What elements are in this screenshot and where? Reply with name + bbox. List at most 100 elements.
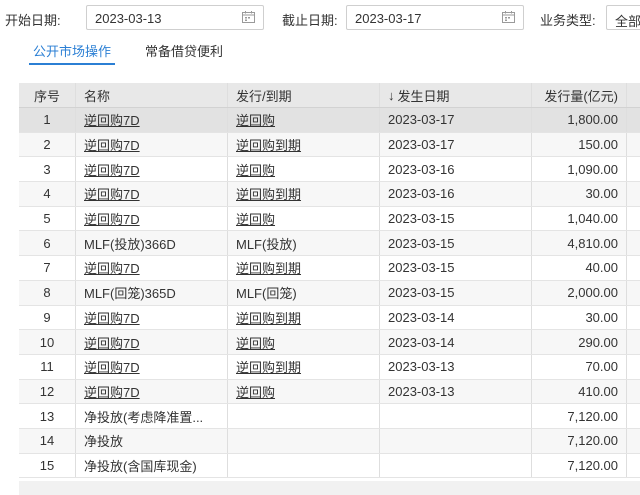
cell-index-text: 2 [43,137,51,153]
name-link[interactable]: 逆回购7D [84,184,140,203]
type-link[interactable]: 逆回购到期 [236,357,301,376]
table-row[interactable]: 9 逆回购7D 逆回购到期 2023-03-14 30.00 [19,305,640,331]
cell-amount: 7,120.00 [532,428,627,453]
table-row[interactable]: 5 逆回购7D 逆回购 2023-03-15 1,040.00 [19,206,640,232]
table-row[interactable]: 8 MLF(回笼)365D MLF(回笼) 2023-03-15 2,000.00 [19,280,640,306]
cell-type[interactable]: 逆回购 [228,108,380,132]
type-link[interactable]: 逆回购到期 [236,135,301,154]
table-row[interactable]: 7 逆回购7D 逆回购到期 2023-03-15 40.00 [19,256,640,281]
end-date-input[interactable] [355,9,475,27]
name-text: 净投放(含国库现金) [84,458,197,474]
name-link[interactable]: 逆回购7D [84,135,140,154]
table-row[interactable]: 15 净投放(含国库现金) 7,120.00 [19,453,640,479]
table-row[interactable]: 10 逆回购7D 逆回购 2023-03-14 290.00 [19,330,640,355]
cell-name[interactable]: 逆回购7D [76,330,228,354]
start-date-picker[interactable] [86,5,264,30]
name-link[interactable]: 逆回购7D [84,258,140,277]
cell-index: 10 [19,330,76,354]
end-date-picker[interactable] [346,5,524,30]
type-link[interactable]: 逆回购 [236,382,275,401]
column-header-index-label: 序号 [33,88,60,104]
cell-name[interactable]: 逆回购7D [76,132,228,157]
filter-bar: 开始日期: 截止日期: 业务类型: 全部 [0,0,640,36]
table-row[interactable]: 12 逆回购7D 逆回购 2023-03-13 410.00 [19,379,640,405]
column-header-name[interactable]: 名称 [76,83,228,107]
cell-name[interactable]: 逆回购7D [76,157,228,182]
type-link[interactable]: 逆回购到期 [236,258,301,277]
cell-spacer [627,355,640,379]
name-link[interactable]: 逆回购7D [84,333,140,352]
cell-index-text: 6 [43,235,51,251]
cell-name[interactable]: 逆回购7D [76,354,228,379]
table-row[interactable]: 11 逆回购7D 逆回购到期 2023-03-13 70.00 [19,354,640,380]
column-header-date[interactable]: ↓ 发生日期 [380,83,532,107]
tab-open-market-operations[interactable]: 公开市场操作 [33,41,111,60]
calendar-icon[interactable] [242,11,255,23]
cell-type[interactable]: 逆回购 [228,379,380,404]
table-row[interactable]: 1 逆回购7D 逆回购 2023-03-17 1,800.00 [19,108,640,133]
cell-name[interactable]: 逆回购7D [76,182,228,206]
cell-date-text: 2023-03-17 [388,112,455,128]
cell-spacer [627,330,640,354]
cell-name[interactable]: 逆回购7D [76,379,228,404]
cell-name[interactable]: 逆回购7D [76,305,228,330]
cell-name[interactable]: 逆回购7D [76,206,228,231]
cell-amount-text: 2,000.00 [567,285,618,301]
type-link[interactable]: 逆回购 [236,333,275,352]
cell-spacer [627,454,640,478]
table-row[interactable]: 3 逆回购7D 逆回购 2023-03-16 1,090.00 [19,157,640,183]
cell-type [228,404,380,428]
name-link[interactable]: 逆回购7D [84,110,140,129]
business-type-label: 业务类型: [540,13,596,28]
cell-index: 8 [19,280,76,305]
cell-name: 净投放(考虑降准置... [76,404,228,428]
table-row[interactable]: 6 MLF(投放)366D MLF(投放) 2023-03-15 4,810.00 [19,231,640,257]
type-link[interactable]: 逆回购到期 [236,184,301,203]
cell-type[interactable]: 逆回购到期 [228,354,380,379]
table-row[interactable]: 13 净投放(考虑降准置... 7,120.00 [19,404,640,429]
cell-type[interactable]: 逆回购 [228,206,380,231]
name-link[interactable]: 逆回购7D [84,160,140,179]
column-header-type[interactable]: 发行/到期 [228,83,380,107]
cell-type[interactable]: 逆回购 [228,157,380,182]
horizontal-scrollbar[interactable] [19,481,640,495]
cell-date-text: 2023-03-14 [388,334,455,350]
cell-amount-text: 7,120.00 [567,457,618,473]
calendar-icon[interactable] [502,11,515,23]
cell-amount: 7,120.00 [532,453,627,478]
cell-index: 5 [19,206,76,231]
name-link[interactable]: 逆回购7D [84,382,140,401]
cell-name[interactable]: 逆回购7D [76,256,228,280]
cell-date [380,404,532,428]
cell-type[interactable]: 逆回购到期 [228,305,380,330]
name-link[interactable]: 逆回购7D [84,209,140,228]
cell-index: 2 [19,132,76,157]
type-link[interactable]: 逆回购 [236,160,275,179]
type-link[interactable]: 逆回购到期 [236,308,301,327]
cell-name: 净投放 [76,428,228,453]
cell-name[interactable]: 逆回购7D [76,108,228,132]
cell-type[interactable]: 逆回购到期 [228,256,380,280]
name-link[interactable]: 逆回购7D [84,308,140,327]
table-row[interactable]: 4 逆回购7D 逆回购到期 2023-03-16 30.00 [19,182,640,207]
column-header-type-label: 发行/到期 [236,88,292,104]
cell-type[interactable]: 逆回购到期 [228,132,380,157]
cell-type[interactable]: 逆回购 [228,330,380,354]
cell-spacer [627,207,640,231]
type-link[interactable]: 逆回购 [236,110,275,129]
cell-date: 2023-03-15 [380,256,532,280]
cell-date-text: 2023-03-14 [388,309,455,325]
start-date-input[interactable] [95,9,215,27]
cell-type [228,428,380,453]
column-header-date-label: 发生日期 [397,88,450,104]
column-header-index[interactable]: 序号 [19,83,76,107]
name-link[interactable]: 逆回购7D [84,357,140,376]
tab-standing-lending-facility[interactable]: 常备借贷便利 [145,41,223,60]
cell-type[interactable]: 逆回购到期 [228,182,380,206]
table-row[interactable]: 14 净投放 7,120.00 [19,428,640,454]
type-link[interactable]: 逆回购 [236,209,275,228]
table-row[interactable]: 2 逆回购7D 逆回购到期 2023-03-17 150.00 [19,132,640,158]
cell-amount-text: 290.00 [578,334,618,350]
business-type-select[interactable]: 全部 [606,5,640,30]
column-header-amount[interactable]: 发行量(亿元) [532,83,627,107]
